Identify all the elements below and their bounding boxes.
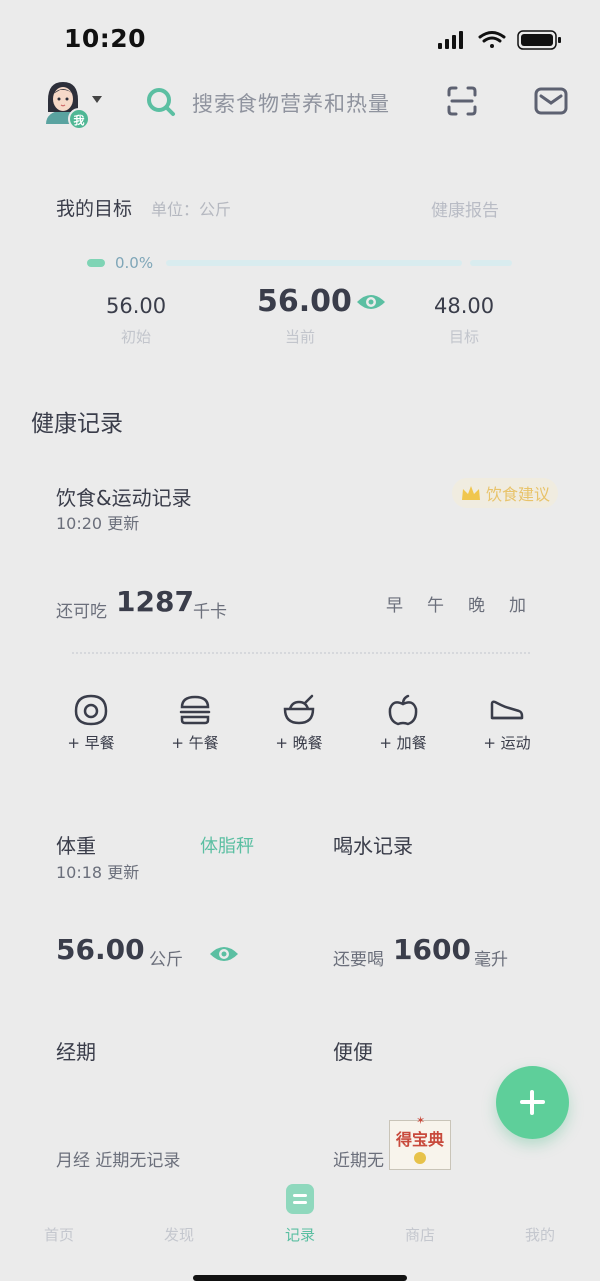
- chevron-down-icon[interactable]: [92, 96, 102, 103]
- add-dinner-button[interactable]: + 晚餐: [259, 694, 339, 753]
- health-report-link[interactable]: 健康报告: [431, 196, 499, 221]
- diet-advice-label: 饮食建议: [486, 485, 551, 504]
- stool-card-title[interactable]: 便便: [333, 1036, 373, 1065]
- plus-icon: [530, 1090, 534, 1115]
- water-card-title[interactable]: 喝水记录: [333, 830, 413, 859]
- meal-tab-lunch[interactable]: 午: [427, 591, 444, 616]
- meal-tab-snack[interactable]: 加: [509, 591, 526, 616]
- progress-percent: 0.0%: [115, 254, 154, 272]
- eye-icon[interactable]: [356, 292, 386, 312]
- period-status: 月经 近期无记录: [56, 1151, 181, 1171]
- add-breakfast-button[interactable]: + 早餐: [51, 694, 131, 753]
- apple-icon: [388, 694, 418, 726]
- remain-calories-unit: 千卡: [193, 602, 227, 622]
- scan-icon[interactable]: [446, 85, 478, 117]
- tab-discover[interactable]: 发现: [149, 1224, 209, 1245]
- status-time: 10:20: [64, 24, 147, 53]
- meal-tab-breakfast[interactable]: 早: [386, 591, 403, 616]
- stool-status: 近期无: [333, 1151, 384, 1171]
- divider: [72, 652, 530, 654]
- battery-icon: [517, 30, 561, 50]
- current-weight-label: 当前: [284, 328, 315, 346]
- add-dinner-label: + 晚餐: [275, 734, 323, 752]
- weight-card-title[interactable]: 体重: [56, 830, 96, 859]
- period-card-title[interactable]: 经期: [56, 1036, 96, 1065]
- signal-icon: [438, 31, 463, 49]
- goal-title: 我的目标: [56, 198, 133, 220]
- tab-home[interactable]: 首页: [29, 1224, 89, 1245]
- progress-start-marker: [87, 259, 105, 267]
- eye-icon[interactable]: [209, 943, 239, 965]
- home-indicator: [193, 1275, 407, 1281]
- water-remain-label: 还要喝: [333, 950, 384, 970]
- add-lunch-label: + 午餐: [171, 734, 219, 752]
- add-exercise-label: + 运动: [483, 734, 531, 752]
- sneaker-icon: [490, 700, 524, 720]
- add-breakfast-label: + 早餐: [67, 734, 115, 752]
- weight-unit: 公斤: [149, 950, 183, 970]
- start-weight-label: 初始: [120, 328, 151, 346]
- search-icon[interactable]: [145, 86, 177, 118]
- progress-track: [166, 260, 462, 266]
- promo-sticker-label: 得宝典: [395, 1130, 444, 1149]
- meal-tab-dinner[interactable]: 晚: [468, 591, 485, 616]
- target-weight-label: 目标: [448, 328, 479, 346]
- tab-record[interactable]: 记录: [270, 1224, 330, 1245]
- weight-value: 56.00: [56, 933, 145, 966]
- section-title: 健康记录: [31, 411, 123, 437]
- remain-calories-label: 还可吃: [56, 602, 107, 622]
- meal-tabs: 早 午 晚 加: [386, 591, 526, 616]
- diet-card-title[interactable]: 饮食&运动记录: [56, 482, 192, 511]
- body-fat-scale-link[interactable]: 体脂秤: [200, 832, 254, 858]
- weight-updated-time: 10:18 更新: [56, 863, 140, 882]
- add-snack-label: + 加餐: [379, 734, 427, 752]
- start-weight-value: 56.00: [106, 294, 167, 318]
- progress-end-marker: [470, 260, 512, 266]
- egg-icon: [74, 694, 108, 726]
- target-weight-value: 48.00: [434, 294, 495, 318]
- diet-updated-time: 10:20 更新: [56, 514, 140, 533]
- burger-icon: [179, 695, 211, 725]
- crown-icon: [462, 486, 480, 500]
- diet-advice-button[interactable]: 饮食建议: [452, 478, 559, 508]
- status-icons: [438, 30, 561, 50]
- tab-me[interactable]: 我的: [510, 1224, 570, 1245]
- remain-calories-value: 1287: [116, 585, 194, 618]
- wifi-icon: [478, 31, 506, 48]
- lightbulb-icon: [414, 1152, 426, 1164]
- add-snack-button[interactable]: + 加餐: [363, 694, 443, 753]
- search-input[interactable]: 搜索食物营养和热量: [192, 88, 390, 118]
- goal-unit: 单位：公斤: [151, 200, 232, 219]
- record-tab-icon[interactable]: [286, 1184, 314, 1214]
- add-exercise-button[interactable]: + 运动: [467, 694, 547, 753]
- avatar-badge: 我: [68, 108, 90, 130]
- water-remain-value: 1600: [393, 933, 471, 966]
- current-weight-value: 56.00: [257, 284, 352, 319]
- bowl-icon: [283, 694, 315, 725]
- add-lunch-button[interactable]: + 午餐: [155, 694, 235, 753]
- tab-store[interactable]: 商店: [390, 1224, 450, 1245]
- mail-icon[interactable]: [534, 86, 568, 116]
- water-remain-unit: 毫升: [474, 950, 508, 970]
